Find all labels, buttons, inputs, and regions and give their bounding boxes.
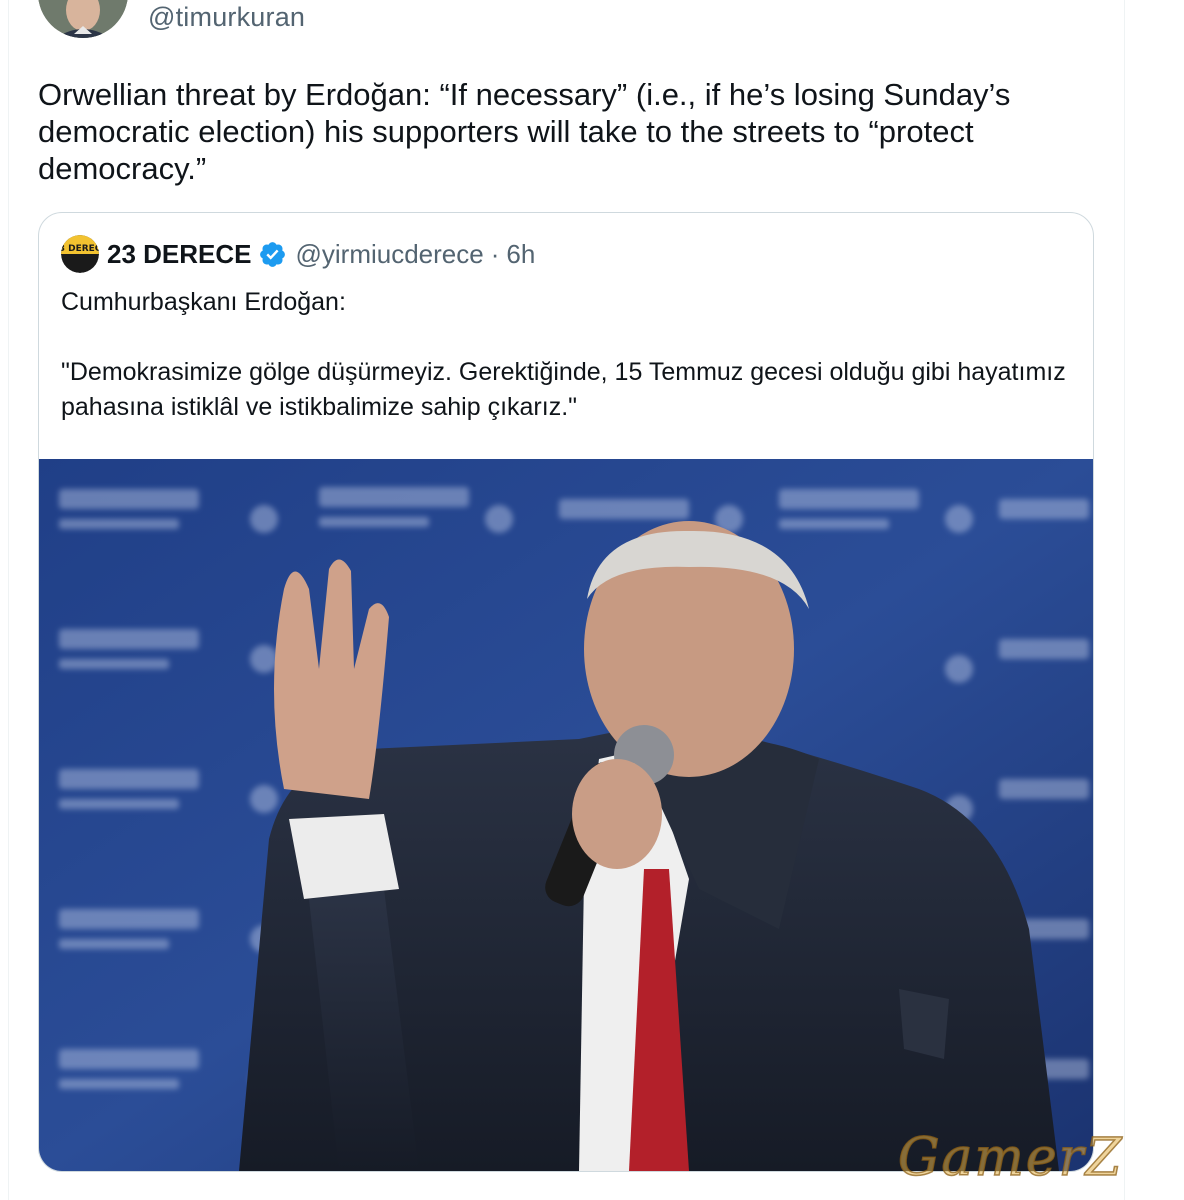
quoted-author-avatar[interactable]: 23 DERECE [61,235,99,273]
author-avatar[interactable] [38,0,128,38]
quoted-tweet-header: 23 DERECE 23 DERECE @yirmiucderece · 6h [61,235,535,273]
quoted-tweet-card[interactable]: 23 DERECE 23 DERECE @yirmiucderece · 6h … [38,212,1094,1172]
quoted-display-name[interactable]: 23 DERECE [107,239,252,270]
verified-badge-icon [259,241,285,267]
quoted-tweet-photo[interactable] [39,459,1093,1171]
watermark-logo: GamerZ [897,1128,1124,1188]
quoted-avatar-number: 23 DERECE [61,244,99,254]
timeline-left-border [8,0,9,1200]
timeline-right-border [1124,0,1125,1200]
tweet-page: @timurkuran Orwellian threat by Erdoğan:… [0,0,1184,1200]
quoted-timestamp[interactable]: 6h [506,239,535,270]
header-separator: · [490,238,500,269]
quoted-tweet-text: Cumhurbaşkanı Erdoğan: "Demokrasimize gö… [61,288,1066,421]
author-handle[interactable]: @timurkuran [148,2,305,33]
quoted-handle[interactable]: @yirmiucderece [296,239,484,270]
tweet-text: Orwellian threat by Erdoğan: “If necessa… [38,77,1020,186]
